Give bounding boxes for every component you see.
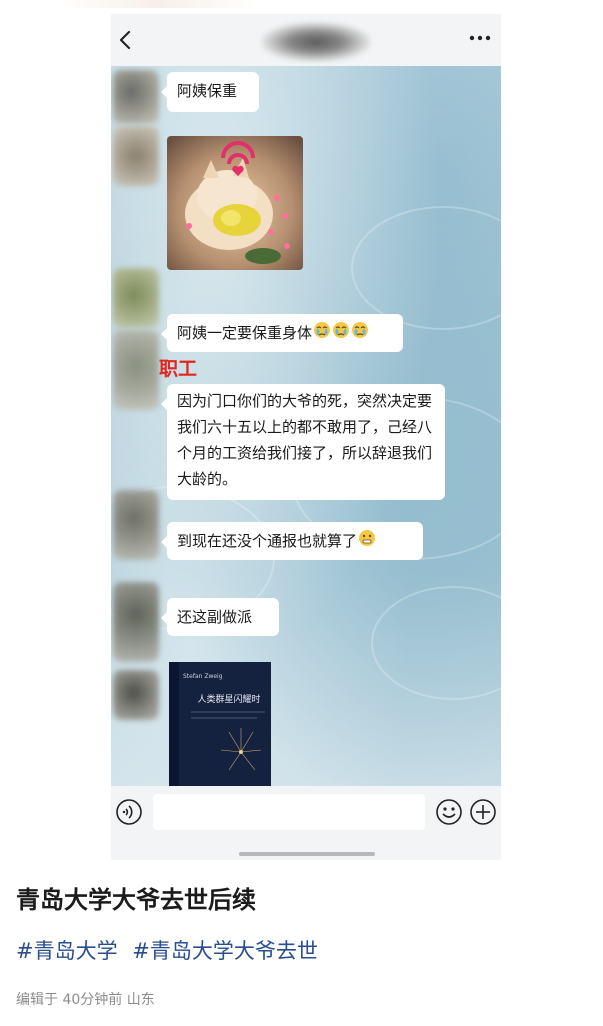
- message-text: 阿姨一定要保重身体: [177, 324, 313, 342]
- crying-face-icon: [332, 321, 350, 347]
- emoji-icon[interactable]: [435, 798, 463, 826]
- hashtag-link[interactable]: #青岛大学: [16, 939, 118, 963]
- background-ripple: [371, 586, 501, 700]
- chat-title-redacted: [261, 22, 371, 62]
- message-bubble[interactable]: 到现在还没个通报也就算了: [161, 522, 423, 560]
- grimace-face-icon: [358, 529, 376, 555]
- book-title: 人类群星闪耀时: [197, 693, 260, 705]
- avatar[interactable]: [113, 268, 159, 328]
- top-decoration: [60, 0, 550, 8]
- book-cover-image[interactable]: Stefan Zweig 人类群星闪耀时: [169, 662, 271, 786]
- hashtag-link[interactable]: #青岛大学大爷去世: [132, 939, 318, 963]
- svg-text:Stefan Zweig: Stefan Zweig: [183, 673, 223, 680]
- avatar[interactable]: [113, 670, 159, 720]
- avatar[interactable]: [113, 582, 159, 662]
- message-bubble[interactable]: 阿姨一定要保重身体: [161, 314, 403, 352]
- chat-screenshot: 阿姨保重 阿姨一定要保重身体 职工 因为门口你们的大爷的死，突然决定要我们六十五…: [111, 14, 501, 860]
- message-bubble[interactable]: 阿姨保重: [161, 72, 259, 112]
- message-text: 因为门口你们的大爷的死，突然决定要我们六十五以上的都不敢用了，己经八个月的工资给…: [177, 392, 433, 488]
- chat-input-bar: [111, 786, 501, 838]
- cat-sticker[interactable]: [167, 136, 303, 270]
- post-title: 青岛大学大爷去世后续: [16, 886, 256, 914]
- chat-header: [111, 14, 501, 66]
- message-bubble[interactable]: 因为门口你们的大爷的死，突然决定要我们六十五以上的都不敢用了，己经八个月的工资给…: [161, 384, 445, 500]
- chat-area[interactable]: 阿姨保重 阿姨一定要保重身体 职工 因为门口你们的大爷的死，突然决定要我们六十五…: [111, 66, 501, 786]
- post-meta: 编辑于 40分钟前 山东: [16, 992, 155, 1008]
- home-indicator: [239, 852, 375, 856]
- avatar[interactable]: [113, 490, 159, 560]
- message-text: 阿姨保重: [177, 82, 238, 100]
- crying-face-icon: [351, 321, 369, 347]
- crying-face-icon: [313, 321, 331, 347]
- voice-icon[interactable]: [115, 798, 143, 826]
- plus-icon[interactable]: [469, 798, 497, 826]
- annotation-label: 职工: [159, 358, 198, 380]
- hashtag-list: #青岛大学 #青岛大学大爷去世: [16, 935, 326, 965]
- avatar[interactable]: [113, 330, 159, 410]
- back-icon[interactable]: [117, 30, 133, 50]
- avatar[interactable]: [113, 126, 159, 186]
- message-text: 还这副做派: [177, 608, 253, 626]
- message-text: 到现在还没个通报也就算了: [177, 532, 358, 550]
- avatar[interactable]: [113, 70, 159, 124]
- message-input[interactable]: [153, 794, 425, 830]
- more-icon[interactable]: [469, 34, 491, 42]
- background-ripple: [351, 206, 501, 330]
- message-bubble[interactable]: 还这副做派: [161, 598, 279, 636]
